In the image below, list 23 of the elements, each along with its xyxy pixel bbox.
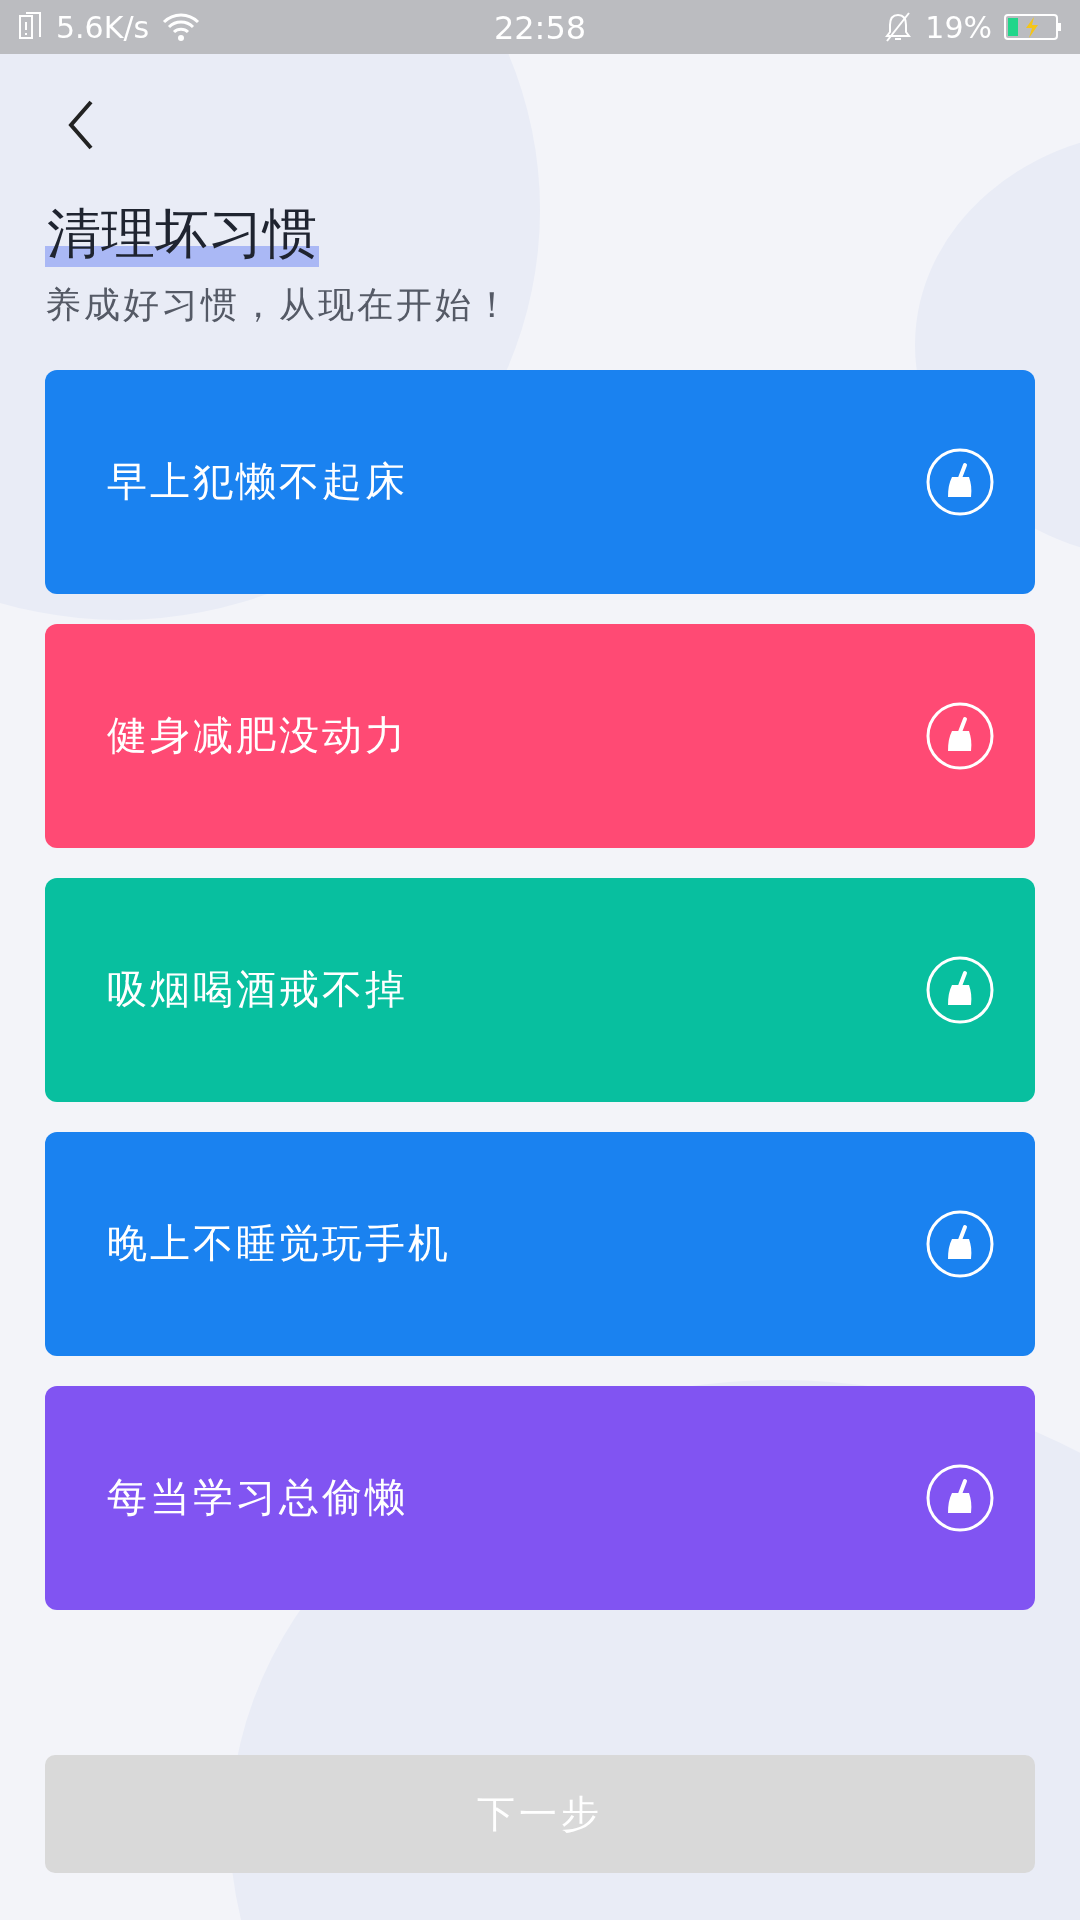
habit-label: 健身减肥没动力 [107,711,409,761]
habit-card[interactable]: 每当学习总偷懒 [45,1385,1035,1610]
broom-icon[interactable] [925,700,995,771]
battery-charging-icon [1004,13,1062,41]
habit-label: 每当学习总偷懒 [107,1473,409,1523]
broom-icon[interactable] [925,1208,995,1279]
broom-icon[interactable] [925,1462,995,1533]
clock-time: 22:58 [493,9,587,47]
wifi-icon [161,12,202,42]
battery-percent: 19% [925,9,992,45]
bell-muted-icon [883,11,914,43]
habit-card[interactable]: 晚上不睡觉玩手机 [45,1131,1035,1356]
broom-icon[interactable] [925,954,995,1025]
habit-label: 晚上不睡觉玩手机 [107,1219,452,1269]
sim-card-icon [18,12,44,42]
page-subtitle: 养成好习惯，从现在开始！ [45,282,514,327]
habit-card[interactable]: 健身减肥没动力 [45,623,1035,848]
habit-label: 早上犯懒不起床 [107,457,409,507]
habit-label: 吸烟喝酒戒不掉 [107,965,409,1015]
habit-card[interactable]: 早上犯懒不起床 [45,369,1035,594]
broom-icon[interactable] [925,446,995,517]
habit-card[interactable]: 吸烟喝酒戒不掉 [45,877,1035,1102]
network-speed: 5.6K/s [56,9,150,45]
